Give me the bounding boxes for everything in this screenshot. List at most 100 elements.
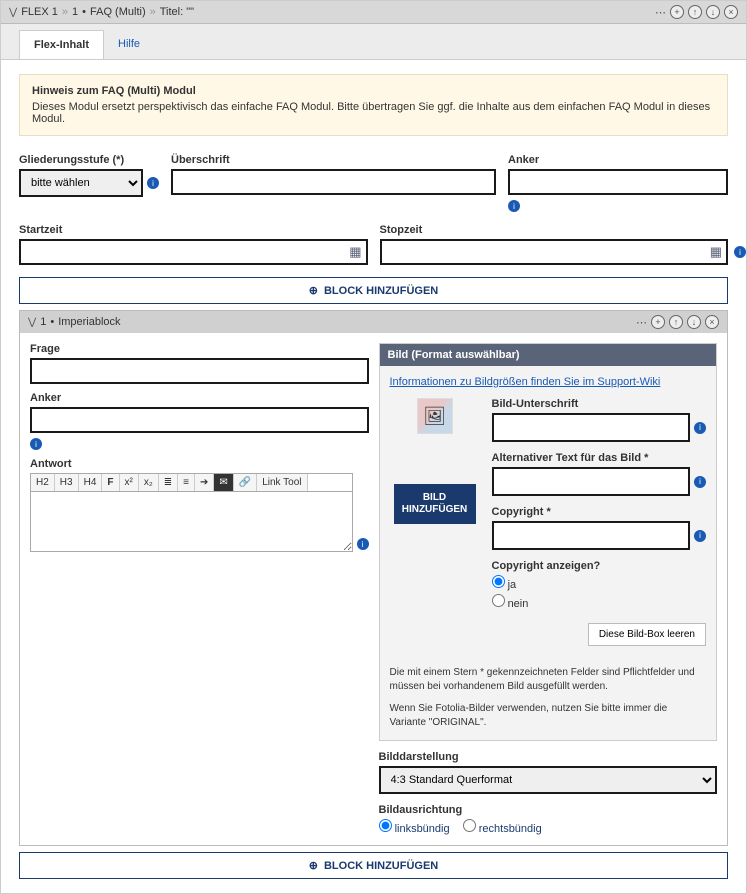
block-add-label: BLOCK HINZUFÜGEN: [324, 285, 438, 297]
sub-header: ⋁ 1 • Imperiablock ⋯ + ↑ ↓ ×: [20, 311, 727, 333]
radio-links[interactable]: linksbündig: [379, 823, 450, 835]
content-area: Hinweis zum FAQ (Multi) Modul Dieses Mod…: [1, 60, 746, 893]
plus-icon: ⊕: [309, 859, 318, 872]
tab-hilfe[interactable]: Hilfe: [104, 30, 154, 59]
bild-thumbnail: 🖼: [417, 398, 453, 434]
bilddarstellung-label: Bilddarstellung: [379, 751, 718, 763]
bild-copyright-label: Copyright *: [492, 506, 707, 518]
h2-button[interactable]: H2: [31, 474, 55, 491]
panel-header: ⋁ FLEX 1 » 1 • FAQ (Multi) » Titel: "" ⋯…: [1, 1, 746, 24]
stopzeit-input[interactable]: [380, 239, 729, 265]
imperiablock-panel: ⋁ 1 • Imperiablock ⋯ + ↑ ↓ × Frage: [19, 310, 728, 846]
frage-input[interactable]: [30, 358, 369, 384]
header-title: Titel: "": [160, 6, 194, 18]
anker-label: Anker: [30, 392, 369, 404]
info-icon[interactable]: i: [694, 476, 706, 488]
anker-input[interactable]: [508, 169, 728, 195]
anker-label: Anker: [508, 154, 728, 166]
bild-unterschrift-label: Bild-Unterschrift: [492, 398, 707, 410]
gliederung-label: Gliederungsstufe (*): [19, 154, 159, 166]
mail-button[interactable]: ✉: [214, 474, 233, 491]
add-icon[interactable]: +: [670, 5, 684, 19]
collapse-icon[interactable]: ⋁: [28, 317, 36, 328]
plus-icon: ⊕: [309, 284, 318, 297]
bild-note1: Die mit einem Stern * gekennzeichneten F…: [390, 666, 707, 694]
move-down-icon[interactable]: ↓: [706, 5, 720, 19]
move-up-icon[interactable]: ↑: [669, 315, 683, 329]
sub-name: Imperiablock: [58, 316, 120, 328]
info-icon[interactable]: i: [694, 530, 706, 542]
qa-anker-input[interactable]: [30, 407, 369, 433]
antwort-label: Antwort: [30, 458, 369, 470]
bild-info-link[interactable]: Informationen zu Bildgrößen finden Sie i…: [390, 376, 661, 388]
ueberschrift-label: Überschrift: [171, 154, 496, 166]
move-down-icon[interactable]: ↓: [687, 315, 701, 329]
calendar-icon[interactable]: ▦: [710, 244, 722, 260]
bilddarstellung-select[interactable]: 4:3 Standard Querformat: [379, 766, 718, 794]
bild-clear-button[interactable]: Diese Bild-Box leeren: [588, 623, 706, 646]
collapse-icon[interactable]: ⋁: [9, 7, 17, 18]
bild-box: Bild (Format auswählbar) Informationen z…: [379, 343, 718, 741]
add-icon[interactable]: +: [651, 315, 665, 329]
tab-flex-inhalt[interactable]: Flex-Inhalt: [19, 30, 104, 59]
linktool-button[interactable]: Link Tool: [257, 474, 307, 491]
radio-nein[interactable]: nein: [492, 594, 697, 610]
startzeit-input[interactable]: [19, 239, 368, 265]
info-icon[interactable]: i: [357, 538, 369, 550]
bullet: •: [82, 6, 86, 18]
stopzeit-label: Stopzeit: [380, 224, 729, 236]
radio-ja[interactable]: ja: [492, 575, 697, 591]
link-button[interactable]: 🔗: [234, 474, 257, 491]
info-icon[interactable]: i: [147, 177, 159, 189]
notice-box: Hinweis zum FAQ (Multi) Modul Dieses Mod…: [19, 74, 728, 136]
bold-button[interactable]: F: [102, 474, 119, 491]
bild-alt-input[interactable]: [492, 467, 691, 496]
bild-note2: Wenn Sie Fotolia-Bilder verwenden, nutze…: [390, 702, 707, 730]
superscript-button[interactable]: x²: [120, 474, 139, 491]
ol-button[interactable]: ≡: [178, 474, 195, 491]
ul-button[interactable]: ≣: [159, 474, 178, 491]
block-add-label: BLOCK HINZUFÜGEN: [324, 860, 438, 872]
rte-toolbar: H2 H3 H4 F x² x₂ ≣ ≡ ➔ ✉: [30, 473, 353, 492]
tabs: Flex-Inhalt Hilfe: [1, 24, 746, 60]
notice-text: Dieses Modul ersetzt perspektivisch das …: [32, 101, 715, 125]
remove-icon[interactable]: ×: [724, 5, 738, 19]
ueberschrift-input[interactable]: [171, 169, 496, 195]
startzeit-label: Startzeit: [19, 224, 368, 236]
frage-label: Frage: [30, 343, 369, 355]
header-flex: FLEX 1: [21, 6, 58, 18]
calendar-icon[interactable]: ▦: [349, 244, 361, 260]
gliederung-select[interactable]: bitte wählen: [19, 169, 143, 197]
separator: »: [62, 6, 68, 18]
bullet: •: [50, 316, 54, 328]
h3-button[interactable]: H3: [55, 474, 79, 491]
subscript-button[interactable]: x₂: [139, 474, 159, 491]
bildausrichtung-label: Bildausrichtung: [379, 804, 718, 816]
bild-copyright-input[interactable]: [492, 521, 691, 550]
block-add-button-top[interactable]: ⊕ BLOCK HINZUFÜGEN: [19, 277, 728, 304]
header-index: 1: [72, 6, 78, 18]
info-icon[interactable]: i: [734, 246, 746, 258]
info-icon[interactable]: i: [30, 438, 42, 450]
bild-alt-label: Alternativer Text für das Bild *: [492, 452, 707, 464]
block-add-button-bottom[interactable]: ⊕ BLOCK HINZUFÜGEN: [19, 852, 728, 879]
antwort-textarea[interactable]: [30, 492, 353, 552]
remove-icon[interactable]: ×: [705, 315, 719, 329]
notice-title: Hinweis zum FAQ (Multi) Modul: [32, 85, 715, 97]
h4-button[interactable]: H4: [79, 474, 103, 491]
flex-panel: ⋁ FLEX 1 » 1 • FAQ (Multi) » Titel: "" ⋯…: [0, 0, 747, 894]
copyright-show-label: Copyright anzeigen?: [492, 560, 707, 572]
info-icon[interactable]: i: [694, 422, 706, 434]
bild-add-button[interactable]: BILD HINZUFÜGEN: [394, 484, 476, 524]
more-icon[interactable]: ⋯: [655, 6, 666, 19]
info-icon[interactable]: i: [508, 200, 520, 212]
header-module: FAQ (Multi): [90, 6, 146, 18]
sub-index: 1: [40, 316, 46, 328]
bild-unterschrift-input[interactable]: [492, 413, 691, 442]
bild-header: Bild (Format auswählbar): [380, 344, 717, 366]
radio-rechts[interactable]: rechtsbündig: [463, 823, 542, 835]
move-up-icon[interactable]: ↑: [688, 5, 702, 19]
separator: »: [150, 6, 156, 18]
indent-button[interactable]: ➔: [195, 474, 214, 491]
more-icon[interactable]: ⋯: [636, 316, 647, 329]
